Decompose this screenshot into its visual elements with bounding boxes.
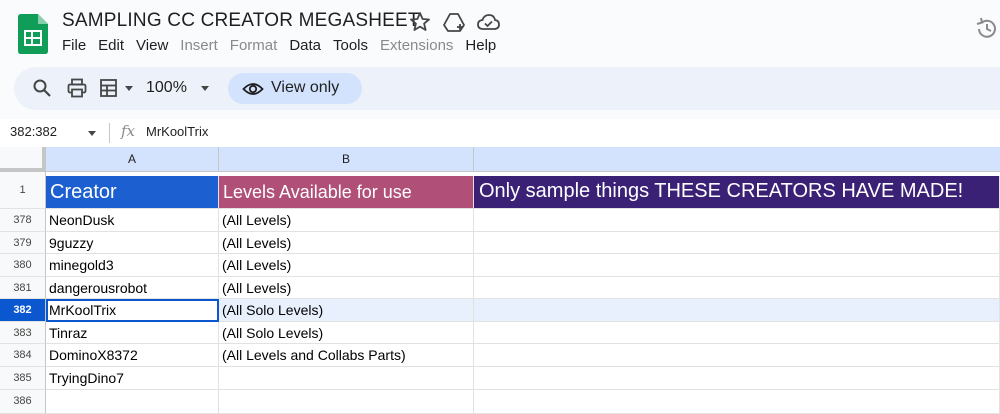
row-header[interactable]: 1 [0,172,46,209]
cloud-status-icon[interactable] [476,10,500,34]
cell-creator[interactable]: dangerousrobot [46,277,219,299]
row-header-selected[interactable]: 382 [0,299,46,322]
row-header[interactable]: 384 [0,344,46,367]
cell-empty[interactable] [474,390,1000,414]
column-header-a[interactable]: A [46,147,219,172]
cell-levels[interactable] [219,367,474,390]
formula-bar: 382:382 fx MrKoolTrix [0,119,1000,147]
cell-empty[interactable] [474,277,1000,299]
cell-levels[interactable] [219,390,474,414]
header-cell-creator[interactable]: Creator [46,176,219,209]
formula-input[interactable]: MrKoolTrix [146,124,208,139]
cell-empty[interactable] [474,322,1000,344]
menu-view[interactable]: View [130,35,174,56]
cell-levels[interactable]: (All Solo Levels) [219,322,474,344]
cell-levels[interactable]: (All Levels) [219,277,474,299]
view-only-label: View only [271,79,340,96]
menu-bar: File Edit View Insert Format Data Tools … [56,35,502,56]
menu-insert[interactable]: Insert [174,35,224,56]
cell-creator[interactable]: minegold3 [46,254,219,277]
menu-tools[interactable]: Tools [327,35,374,56]
chevron-down-icon[interactable] [125,86,133,91]
cell-levels[interactable]: (All Levels and Collabs Parts) [219,344,474,367]
cell-empty[interactable] [474,254,1000,277]
column-header-b[interactable]: B [219,147,474,172]
name-box[interactable]: 382:382 [10,124,57,139]
menu-extensions[interactable]: Extensions [374,35,459,56]
row-header[interactable]: 380 [0,254,46,277]
document-title[interactable]: SAMPLING CC CREATOR MEGASHEET [62,10,420,32]
cell-empty[interactable] [474,367,1000,390]
menu-data[interactable]: Data [283,35,327,56]
menu-format[interactable]: Format [224,35,284,56]
name-box-chevron-down-icon[interactable] [88,131,96,136]
cell-empty[interactable] [474,344,1000,367]
zoom-chevron-down-icon[interactable] [201,86,209,91]
cell-levels[interactable]: (All Levels) [219,254,474,277]
search-icon[interactable] [31,77,53,99]
row-header[interactable]: 381 [0,277,46,299]
zoom-select[interactable]: 100% [146,79,187,97]
row-header[interactable]: 379 [0,232,46,254]
row-header[interactable]: 386 [0,390,46,414]
title-bar: SAMPLING CC CREATOR MEGASHEET File Edit … [0,0,1000,64]
menu-edit[interactable]: Edit [92,35,130,56]
paint-format-icon[interactable] [98,77,120,99]
header-cell-levels[interactable]: Levels Available for use [219,176,474,209]
divider [109,123,110,143]
toolbar: 100% View only [14,67,1000,110]
cell-levels[interactable]: (All Solo Levels) [219,299,474,322]
cell-levels[interactable]: (All Levels) [219,209,474,232]
cell-creator-active[interactable]: MrKoolTrix [46,299,219,322]
sheets-logo-icon[interactable] [18,14,48,54]
cell-levels[interactable]: (All Levels) [219,232,474,254]
row-header[interactable]: 378 [0,209,46,232]
fx-icon: fx [121,122,136,140]
view-only-button[interactable]: View only [228,73,362,104]
select-all-corner[interactable] [0,147,46,172]
row-header[interactable]: 385 [0,367,46,390]
cell-creator[interactable] [46,390,219,414]
cell-empty[interactable] [474,299,1000,322]
eye-icon [242,83,264,95]
menu-help[interactable]: Help [459,35,502,56]
header-cell-note[interactable]: Only sample things THESE CREATORS HAVE M… [474,176,1000,209]
cell-creator[interactable]: 9guzzy [46,232,219,254]
menu-file[interactable]: File [56,35,92,56]
star-icon[interactable] [408,10,432,34]
row-header[interactable]: 383 [0,322,46,344]
cell-creator[interactable]: DominoX8372 [46,344,219,367]
cell-empty[interactable] [474,232,1000,254]
print-icon[interactable] [66,77,88,99]
cell-creator[interactable]: NeonDusk [46,209,219,232]
spreadsheet-grid: A B 1 Creator Levels Available for use O… [0,147,1000,414]
column-header-c[interactable] [474,147,1000,172]
move-to-drive-icon[interactable] [442,10,466,34]
cell-empty[interactable] [474,209,1000,232]
cell-creator[interactable]: TryingDino7 [46,367,219,390]
version-history-icon[interactable] [974,16,1000,42]
cell-creator[interactable]: Tinraz [46,322,219,344]
